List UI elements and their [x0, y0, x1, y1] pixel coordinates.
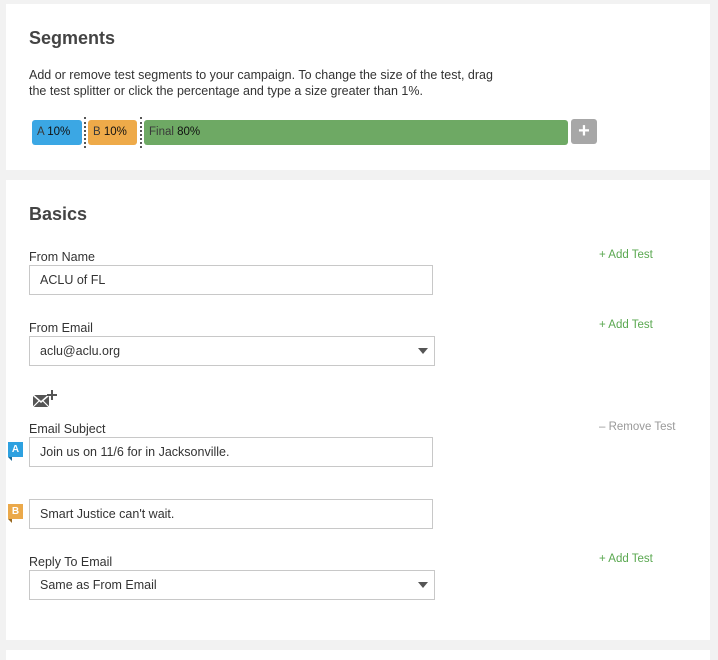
- segment-a-percent[interactable]: 10%: [47, 126, 70, 138]
- email-subject-b-field[interactable]: Smart Justice can't wait.: [29, 499, 433, 529]
- reply-to-add-test-link[interactable]: + Add Test: [599, 553, 653, 565]
- reply-to-label: Reply To Email: [29, 555, 113, 569]
- from-name-add-test-link[interactable]: + Add Test: [599, 249, 653, 261]
- segments-description: Add or remove test segments to your camp…: [29, 68, 493, 98]
- chevron-down-icon: [418, 582, 428, 588]
- segment-b[interactable]: B 10%: [88, 120, 137, 145]
- from-email-select[interactable]: aclu@aclu.org: [29, 336, 435, 366]
- mail-add-icon[interactable]: [32, 388, 58, 410]
- segments-panel: Segments Add or remove test segments to …: [6, 4, 710, 170]
- segment-b-label: B: [93, 126, 101, 138]
- from-email-add-test-link[interactable]: + Add Test: [599, 319, 653, 331]
- segment-splitter[interactable]: [84, 117, 86, 148]
- email-subject-label: Email Subject: [29, 422, 106, 436]
- segment-final-percent[interactable]: 80%: [177, 126, 200, 138]
- segment-final[interactable]: Final 80%: [144, 120, 568, 145]
- reply-to-select[interactable]: Same as From Email: [29, 570, 435, 600]
- email-subject-remove-test-link[interactable]: – Remove Test: [599, 421, 676, 433]
- next-panel: [6, 650, 710, 660]
- segments-title: Segments: [29, 28, 116, 48]
- segment-final-label: Final: [149, 126, 174, 138]
- from-name-field[interactable]: ACLU of FL: [29, 265, 433, 295]
- segment-b-percent[interactable]: 10%: [104, 126, 127, 138]
- chevron-down-icon: [418, 348, 428, 354]
- from-email-value: aclu@aclu.org: [40, 344, 121, 358]
- segment-splitter[interactable]: [140, 117, 142, 148]
- basics-panel: Basics From Name + Add Test ACLU of FL F…: [6, 180, 710, 640]
- basics-title: Basics: [29, 204, 88, 224]
- email-subject-a-field[interactable]: Join us on 11/6 for in Jacksonville.: [29, 437, 433, 467]
- segment-a[interactable]: A 10%: [32, 120, 82, 145]
- segment-a-label: A: [37, 126, 45, 138]
- reply-to-value: Same as From Email: [40, 578, 157, 592]
- variant-a-badge: A: [8, 442, 23, 461]
- variant-b-badge: B: [8, 504, 23, 523]
- from-email-label: From Email: [29, 321, 93, 335]
- add-segment-button[interactable]: +: [571, 119, 597, 144]
- from-name-label: From Name: [29, 250, 95, 264]
